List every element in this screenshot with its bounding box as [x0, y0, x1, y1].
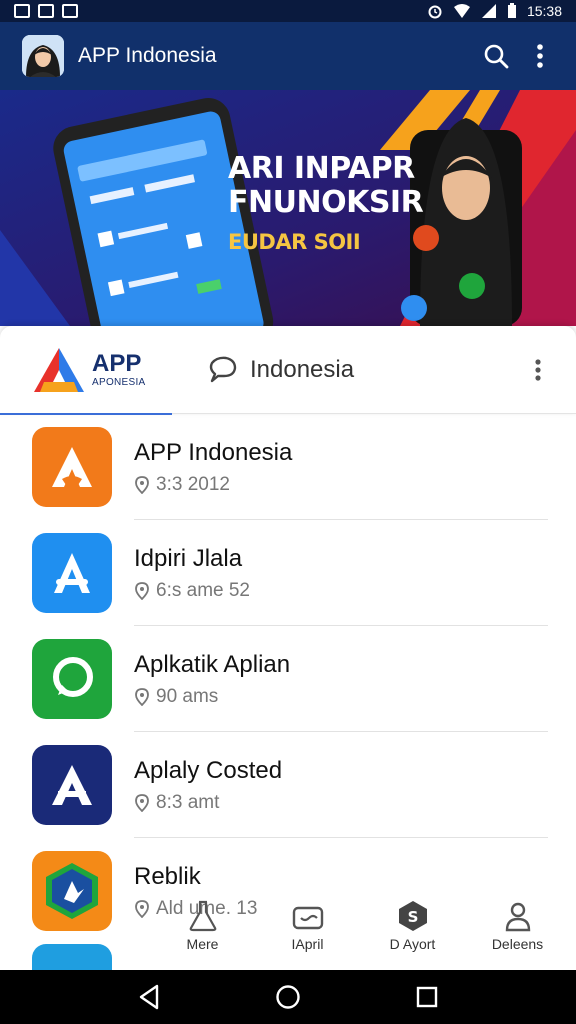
bottom-nav: Mere IApril S D Ayort Deleens [150, 900, 570, 964]
flask-icon [189, 900, 216, 932]
nav-item-ayort[interactable]: S D Ayort [360, 900, 465, 964]
shield-app-icon [32, 851, 112, 931]
tab-more-button[interactable] [518, 350, 558, 390]
location-pin-icon [135, 476, 149, 494]
system-nav-bar [0, 970, 576, 1024]
notification-icon [14, 4, 30, 18]
status-time: 15:38 [526, 3, 562, 19]
app-meta-text: 3:3 2012 [156, 474, 230, 495]
app-meta: 8:3 amt [134, 792, 282, 814]
shield-s-icon: S [398, 901, 427, 931]
app-meta-text: 6:s ame 52 [156, 580, 250, 601]
person-icon [505, 902, 530, 932]
chat-bubble-icon [32, 639, 112, 719]
banner-line-1: ARI INPAPR [228, 151, 415, 186]
tab-app-text: APP APONESIA [92, 350, 146, 389]
app-bar: APP Indonesia [0, 22, 576, 90]
list-item-text: APP Indonesia 3:3 2012 [134, 438, 292, 496]
recents-button[interactable] [407, 977, 447, 1017]
signal-icon [481, 4, 496, 18]
wifi-icon [453, 4, 470, 18]
list-item-text: Aplaly Costed 8:3 amt [134, 756, 282, 814]
alarm-icon [428, 5, 442, 19]
more-vert-icon [537, 44, 543, 68]
status-left-icons [14, 4, 78, 18]
app-list: APP Indonesia 3:3 2012 Idpiri Jlala 6:s … [0, 414, 576, 970]
banner-line-2: FNUNOKSIR [228, 185, 424, 220]
tab-indonesia-label: Indonesia [250, 355, 355, 383]
list-item[interactable]: Aplkatik Aplian 90 ams [0, 626, 576, 732]
app-logo-icon [34, 347, 84, 392]
app-meta: 6:s ame 52 [134, 580, 250, 602]
location-pin-icon [135, 582, 149, 600]
gallery-icon [38, 4, 54, 18]
back-button[interactable] [129, 977, 169, 1017]
nav-label: IApril [291, 936, 324, 952]
home-icon [276, 985, 300, 1009]
app-name: Reblik [134, 863, 201, 890]
nav-item-mere[interactable]: Mere [150, 900, 255, 964]
location-pin-icon [135, 900, 149, 918]
nav-label: Mere [186, 936, 219, 952]
app-meta: 3:3 2012 [134, 474, 292, 496]
app-name: Aplaly Costed [134, 757, 283, 784]
tab-header: APP APONESIA Indonesia [0, 326, 576, 415]
banner-headline: ARI INPAPR FNUNOKSIR EUDAR SOII [228, 151, 424, 255]
wallet-icon [292, 906, 323, 930]
battery-icon [507, 3, 516, 18]
search-button[interactable] [474, 34, 518, 78]
list-item-text: Aplkatik Aplian 90 ams [134, 650, 290, 708]
chat-outline-icon [209, 356, 237, 382]
overflow-menu-button[interactable] [518, 34, 562, 78]
location-pin-icon [135, 688, 149, 706]
app-meta-text: 8:3 amt [156, 792, 220, 813]
nav-item-deleens[interactable]: Deleens [465, 900, 570, 964]
list-item[interactable]: Aplaly Costed 8:3 amt [0, 732, 576, 838]
tab-app-subtitle: APONESIA [92, 377, 146, 388]
status-bar: 15:38 [0, 0, 576, 22]
tab-indonesia[interactable]: Indonesia [206, 326, 518, 414]
avatar[interactable] [22, 35, 64, 77]
app-title: APP Indonesia [78, 44, 217, 67]
banner-line-3: EUDAR SOII [228, 230, 361, 254]
app-meta-text: 90 ams [156, 686, 219, 707]
back-icon [140, 984, 159, 1010]
more-vert-icon [535, 358, 541, 381]
search-icon [484, 44, 509, 69]
app-meta: 90 ams [134, 686, 290, 708]
list-item[interactable]: Idpiri Jlala 6:s ame 52 [0, 520, 576, 626]
status-right-icons: 15:38 [427, 3, 562, 19]
app-indonesia-icon [32, 427, 112, 507]
home-button[interactable] [268, 977, 308, 1017]
recents-icon [416, 986, 437, 1008]
nav-label: Deleens [491, 936, 544, 952]
a-letter-icon [32, 745, 112, 825]
nav-label: D Ayort [389, 936, 436, 952]
location-pin-icon [135, 794, 149, 812]
app-name: Aplkatik Aplian [134, 651, 291, 678]
partial-app-icon [32, 944, 112, 970]
tab-app-title: APP [92, 350, 142, 377]
tab-app[interactable]: APP APONESIA [0, 326, 172, 415]
app-name: Idpiri Jlala [134, 545, 243, 572]
app-store-icon [32, 533, 112, 613]
svg-text:S: S [407, 908, 418, 926]
promo-banner[interactable]: ARI INPAPR FNUNOKSIR EUDAR SOII [0, 90, 576, 326]
list-item-text: Idpiri Jlala 6:s ame 52 [134, 544, 250, 602]
app-name: APP Indonesia [134, 439, 293, 466]
image-icon [62, 4, 78, 18]
list-item[interactable]: APP Indonesia 3:3 2012 [0, 414, 576, 520]
nav-item-april[interactable]: IApril [255, 900, 360, 964]
